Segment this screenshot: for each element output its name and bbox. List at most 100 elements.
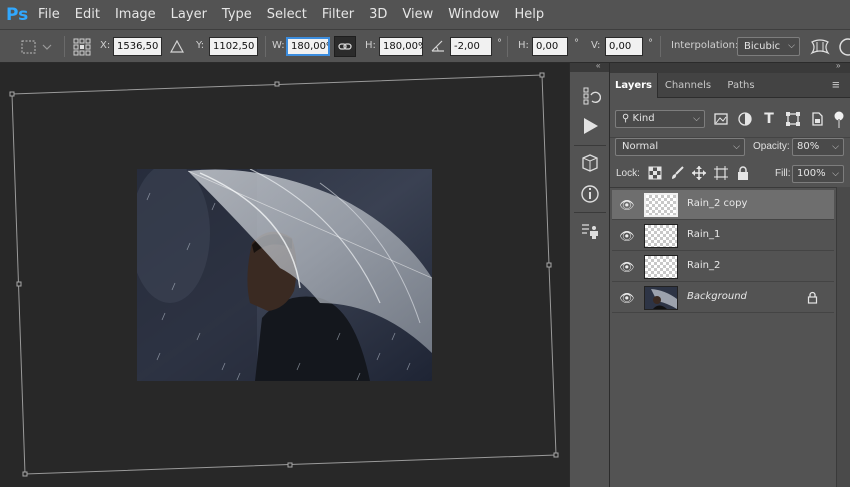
layers-list: 👁 Rain_2 copy 👁 Rain_1 👁 Rain_2 👁 Backgr… [610,187,850,487]
layer-name: Rain_2 [687,260,721,271]
lock-transparent-pixels-icon[interactable] [648,166,662,180]
menu-help[interactable]: Help [515,7,545,22]
visibility-eye-icon[interactable]: 👁 [619,259,635,275]
info-icon[interactable] [579,183,601,205]
transform-bounding-box[interactable] [0,63,569,487]
transform-handle-top-right[interactable] [539,72,545,78]
menu-select[interactable]: Select [267,7,307,22]
filter-toggle-switch[interactable] [833,110,845,130]
relative-position-delta-icon[interactable] [170,40,184,53]
layers-scrollbar[interactable] [836,187,850,487]
tab-layers[interactable]: Layers [610,73,658,98]
reference-point-icon[interactable] [72,37,92,57]
transform-handle-bottom-center[interactable] [287,462,293,468]
chevron-down-icon: ⌵ [788,41,795,51]
menu-layer[interactable]: Layer [171,7,207,22]
blend-mode-select[interactable]: Normal ⌵ [615,138,745,156]
transform-handle-left-center[interactable] [16,281,22,287]
chevron-down-icon: ⌵ [832,142,839,152]
filter-adjustment-icon[interactable] [737,111,753,127]
menu-window[interactable]: Window [448,7,499,22]
layer-name: Rain_2 copy [687,198,748,209]
x-position-input[interactable]: 1536,50 px [113,37,162,56]
divider [507,36,508,57]
collapsed-panel-strip: « [569,61,610,487]
actions-play-icon[interactable] [579,115,601,137]
menu-filter[interactable]: Filter [322,7,354,22]
degree-unit: ° [648,38,653,49]
horizontal-skew-input[interactable]: 0,00 [532,37,568,56]
layer-row-rain-2-copy[interactable]: 👁 Rain_2 copy [612,190,834,220]
menu-file[interactable]: File [38,7,60,22]
degree-unit: ° [574,38,579,49]
y-position-input[interactable]: 1102,50 px [209,37,258,56]
filter-type-icon[interactable]: T [761,111,777,127]
v-skew-label: V: [591,40,601,51]
visibility-eye-icon[interactable]: 👁 [619,197,635,213]
lock-image-pixels-brush-icon[interactable] [670,166,684,180]
rotate-angle-input[interactable]: -2,00 [450,37,492,56]
expand-arrows-icon[interactable]: « [596,61,600,70]
tab-channels[interactable]: Channels [659,73,717,98]
warp-mode-icon[interactable] [809,37,831,57]
x-label: X: [100,40,111,51]
filter-pixel-icon[interactable] [713,111,729,127]
fill-label: Fill: [775,168,791,179]
width-scale-input[interactable]: 180,00% [286,37,330,56]
layer-row-rain-1[interactable]: 👁 Rain_1 [612,221,834,251]
transform-handle-right-center[interactable] [546,262,552,268]
collapse-arrows-icon[interactable]: » [836,61,840,70]
divider [265,36,266,57]
layer-thumbnail [644,255,678,279]
transform-handle-bottom-right[interactable] [553,452,559,458]
menu-type[interactable]: Type [222,7,252,22]
chevron-down-icon: ⌵ [693,114,700,124]
search-icon: ⚲ [622,113,630,124]
height-scale-input[interactable]: 180,00% [379,37,423,56]
filter-shape-icon[interactable] [785,111,801,127]
chain-link-icon [338,43,352,50]
layer-row-background[interactable]: 👁 Background [612,283,834,313]
document-canvas[interactable] [0,63,569,487]
filter-smart-object-icon[interactable] [809,111,825,127]
lock-label: Lock: [616,168,640,179]
lock-position-move-icon[interactable] [692,166,706,180]
strip-header[interactable]: « [570,61,609,72]
interpolation-select[interactable]: Bicubic ⌵ [737,37,800,56]
transform-handle-top-left[interactable] [9,91,15,97]
chevron-down-icon: ⌵ [733,142,740,152]
libraries-3d-icon[interactable] [579,152,601,174]
opacity-input[interactable]: 80% ⌵ [792,138,844,156]
transform-handle-top-center[interactable] [274,81,280,87]
interpolation-value: Bicubic [744,41,781,52]
interpolation-label: Interpolation: [671,40,739,51]
layer-thumbnail [644,193,678,217]
degree-unit: ° [497,38,502,49]
lock-artboard-icon[interactable] [714,166,728,180]
layer-name: Background [687,291,747,302]
menu-3d[interactable]: 3D [369,7,387,22]
divider [574,145,606,146]
visibility-eye-icon[interactable]: 👁 [619,290,635,306]
menu-bar: Ps File Edit Image Layer Type Select Fil… [0,0,850,29]
vertical-skew-input[interactable]: 0,00 [605,37,643,56]
history-icon[interactable] [579,85,602,107]
tool-preset-icon[interactable] [20,38,52,56]
layer-row-rain-2[interactable]: 👁 Rain_2 [612,252,834,282]
chevron-down-icon: ⌵ [832,169,839,179]
menu-image[interactable]: Image [115,7,156,22]
transform-handle-bottom-left[interactable] [22,471,28,477]
menu-edit[interactable]: Edit [75,7,100,22]
lock-all-icon[interactable] [737,166,749,180]
menu-view[interactable]: View [402,7,433,22]
cancel-transform-icon[interactable] [838,38,850,56]
fill-input[interactable]: 100% ⌵ [792,165,844,183]
clone-source-icon[interactable] [579,221,601,243]
layer-filter-select[interactable]: ⚲ Kind ⌵ [615,110,705,128]
panel-menu-icon[interactable]: ≡ [832,78,840,91]
link-aspect-button[interactable] [334,36,356,57]
tab-paths[interactable]: Paths [718,73,764,98]
visibility-eye-icon[interactable]: 👁 [619,228,635,244]
layer-thumbnail-photo [644,286,678,310]
layer-name: Rain_1 [687,229,721,240]
